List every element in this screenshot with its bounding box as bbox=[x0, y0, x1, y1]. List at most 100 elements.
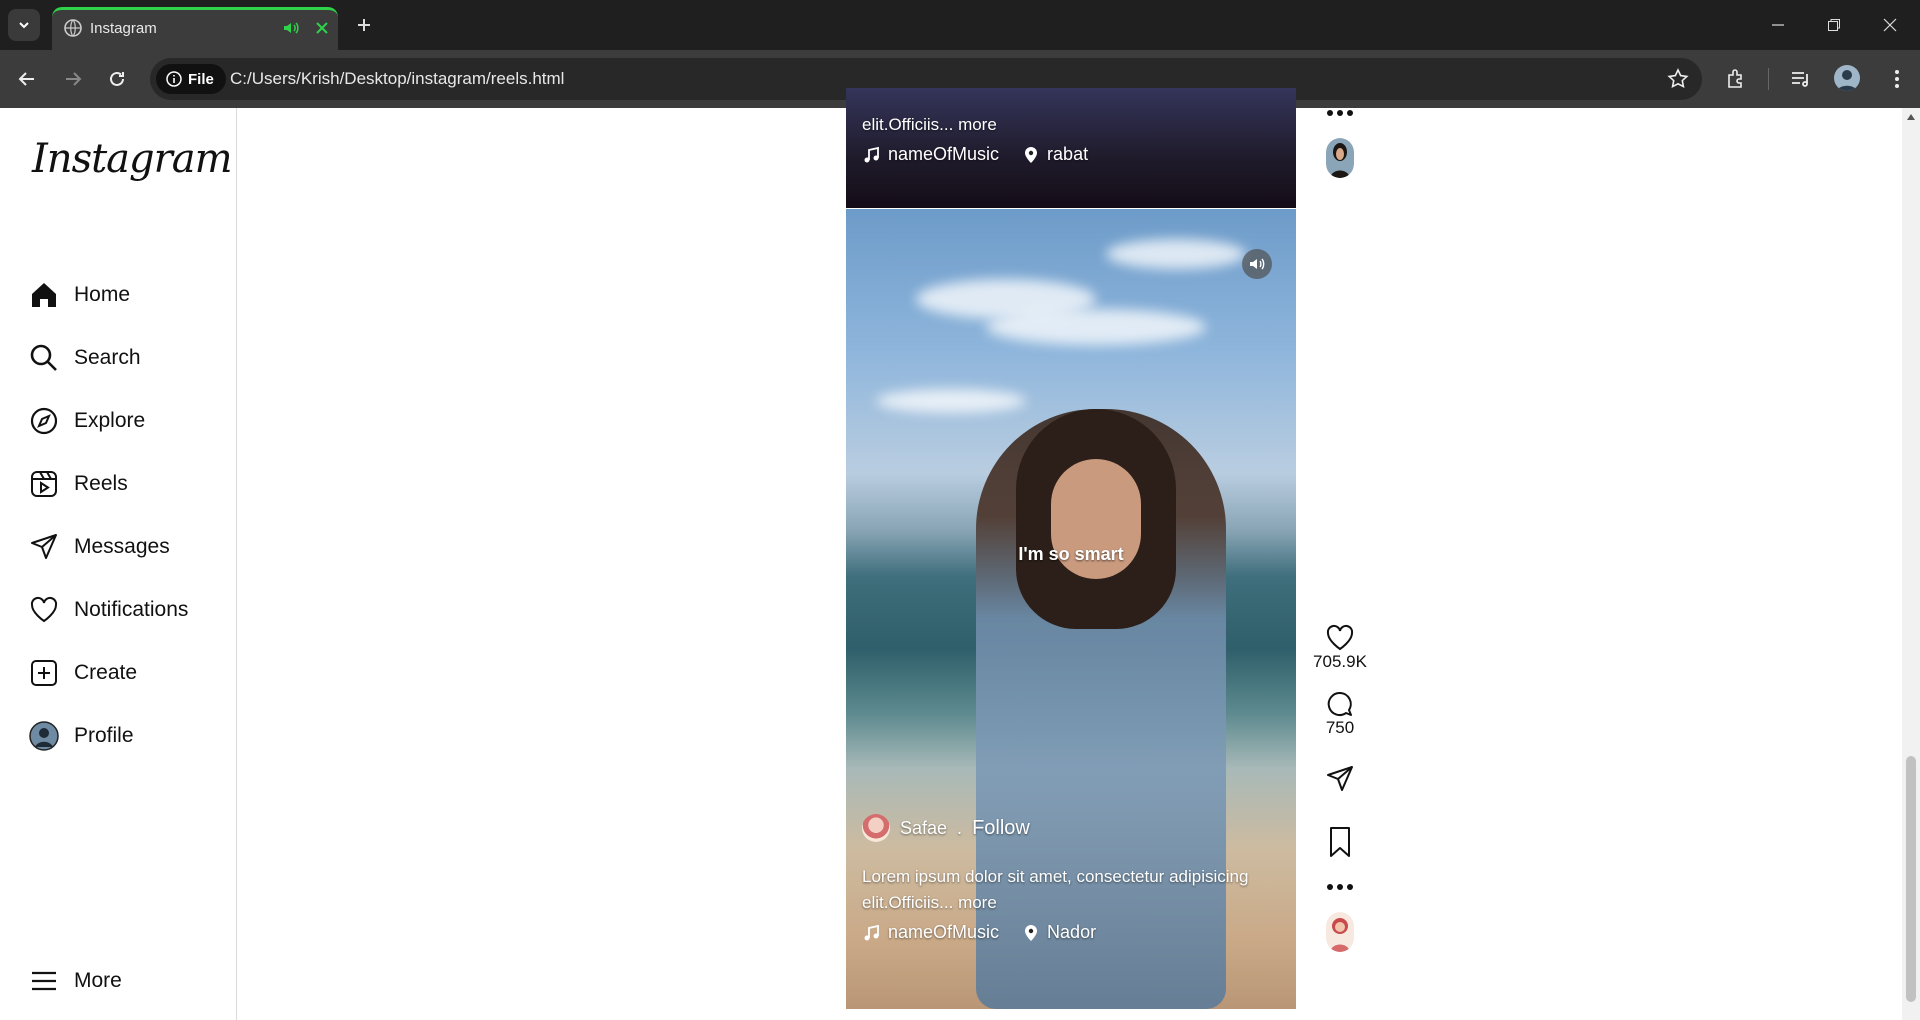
video-cloud bbox=[876, 389, 1026, 413]
back-button[interactable] bbox=[10, 62, 44, 96]
restore-button[interactable] bbox=[1806, 0, 1862, 50]
previous-reel[interactable]: elit.Officiis... more nameOfMusic rabat bbox=[846, 88, 1296, 208]
browser-tabbar: Instagram bbox=[0, 0, 1920, 50]
sidebar-item-label: More bbox=[74, 969, 122, 992]
music-item[interactable]: nameOfMusic bbox=[862, 922, 999, 943]
search-icon bbox=[28, 342, 60, 374]
browser-menu-button[interactable] bbox=[1884, 66, 1910, 92]
toolbar-separator bbox=[1768, 68, 1769, 90]
location-pin-icon bbox=[1025, 146, 1038, 163]
sidebar-item-reels[interactable]: Reels bbox=[28, 464, 128, 504]
reel-author-avatar[interactable] bbox=[1326, 138, 1354, 178]
sidebar-item-label: Search bbox=[74, 346, 141, 369]
scroll-up-arrow[interactable] bbox=[1907, 114, 1915, 120]
sidebar-item-home[interactable]: Home bbox=[28, 275, 130, 315]
video-overlay-text: I'm so smart bbox=[1018, 544, 1124, 564]
instagram-logo[interactable]: Instagram bbox=[32, 136, 233, 182]
sidebar-item-more[interactable]: More bbox=[28, 961, 122, 1001]
sidebar-item-search[interactable]: Search bbox=[28, 338, 141, 378]
previous-reel-info: elit.Officiis... more nameOfMusic rabat bbox=[862, 112, 1282, 165]
sidebar-item-explore[interactable]: Explore bbox=[28, 401, 145, 441]
compass-icon bbox=[28, 405, 60, 437]
reel-info: Safae . Follow Lorem ipsum dolor sit ame… bbox=[862, 814, 1282, 943]
sidebar-item-messages[interactable]: Messages bbox=[28, 527, 170, 567]
arrow-right-icon bbox=[66, 72, 82, 86]
more-options-button[interactable] bbox=[1327, 884, 1353, 890]
reel-video[interactable]: I'm so smart Safae . Follow Lorem ipsum … bbox=[846, 209, 1296, 1009]
plus-icon bbox=[358, 19, 370, 31]
reload-icon bbox=[110, 71, 124, 86]
close-icon bbox=[1883, 18, 1897, 32]
caption-more-link[interactable]: more bbox=[958, 115, 997, 134]
music-note-icon bbox=[864, 924, 879, 940]
puzzle-icon bbox=[1728, 69, 1742, 88]
close-window-button[interactable] bbox=[1862, 0, 1918, 50]
scrollbar-thumb[interactable] bbox=[1906, 756, 1916, 1002]
reload-button[interactable] bbox=[100, 62, 134, 96]
location-name: rabat bbox=[1047, 144, 1089, 164]
sidebar: Instagram Home Search Explore Reels Mess… bbox=[0, 108, 237, 1020]
reel-user-avatar[interactable] bbox=[862, 814, 890, 842]
like-button[interactable]: 705.9K bbox=[1313, 624, 1367, 672]
sidebar-item-profile[interactable]: Profile bbox=[28, 716, 134, 756]
music-note-icon bbox=[864, 146, 879, 162]
avatar bbox=[28, 720, 60, 752]
location-item[interactable]: Nador bbox=[1023, 922, 1096, 943]
url-text[interactable]: C:/Users/Krish/Desktop/instagram/reels.h… bbox=[230, 69, 564, 89]
new-tab-button[interactable] bbox=[348, 9, 380, 41]
minimize-icon bbox=[1772, 24, 1784, 26]
chevron-down-icon bbox=[19, 22, 29, 29]
sidebar-item-label: Reels bbox=[74, 472, 128, 495]
sidebar-item-label: Messages bbox=[74, 535, 170, 558]
sidebar-item-label: Home bbox=[74, 283, 131, 306]
arrow-left-icon bbox=[18, 72, 34, 86]
comment-icon bbox=[1327, 691, 1352, 716]
more-options-button[interactable] bbox=[1327, 110, 1353, 116]
location-item[interactable]: rabat bbox=[1023, 144, 1088, 165]
extensions-button[interactable] bbox=[1724, 66, 1750, 92]
media-queue-icon bbox=[1792, 72, 1808, 87]
bookmark-star-icon[interactable] bbox=[1666, 67, 1690, 91]
home-icon bbox=[28, 279, 60, 311]
mute-button[interactable] bbox=[1242, 249, 1272, 279]
send-icon bbox=[28, 531, 60, 563]
forward-button[interactable] bbox=[56, 62, 90, 96]
music-item[interactable]: nameOfMusic bbox=[862, 144, 999, 165]
page-scrollbar[interactable] bbox=[1902, 108, 1920, 1020]
reel-user-row: Safae . Follow bbox=[862, 814, 1282, 842]
tab-search-button[interactable] bbox=[8, 9, 40, 41]
reel-author-avatar[interactable] bbox=[1326, 912, 1354, 952]
save-button[interactable] bbox=[1328, 826, 1352, 858]
sidebar-item-create[interactable]: Create bbox=[28, 653, 137, 693]
sidebar-item-notifications[interactable]: Notifications bbox=[28, 590, 188, 630]
reel-username[interactable]: Safae bbox=[900, 818, 947, 839]
video-cloud bbox=[1106, 239, 1246, 269]
minimize-button[interactable] bbox=[1750, 0, 1806, 50]
music-name: nameOfMusic bbox=[888, 144, 1000, 164]
follow-button[interactable]: Follow bbox=[972, 817, 1030, 840]
more-dots-icon bbox=[1327, 884, 1353, 890]
site-info-chip[interactable]: File bbox=[156, 64, 226, 94]
instagram-page: Instagram Home Search Explore Reels Mess… bbox=[0, 88, 1920, 1020]
music-name: nameOfMusic bbox=[888, 922, 1000, 942]
sidebar-item-label: Explore bbox=[74, 409, 146, 432]
reel-meta: nameOfMusic Nador bbox=[862, 922, 1282, 943]
comment-count: 750 bbox=[1325, 718, 1355, 737]
audio-playing-icon[interactable] bbox=[281, 18, 301, 38]
more-dots-icon bbox=[1327, 110, 1353, 116]
sidebar-item-label: Profile bbox=[74, 724, 134, 747]
reels-icon bbox=[28, 468, 60, 500]
avatar-icon bbox=[1834, 65, 1860, 91]
share-button[interactable] bbox=[1325, 764, 1355, 794]
reel-caption: Lorem ipsum dolor sit amet, consectetur … bbox=[862, 864, 1282, 916]
chip-label: File bbox=[188, 70, 214, 88]
caption-more-link[interactable]: more bbox=[958, 893, 997, 912]
close-tab-icon[interactable] bbox=[312, 18, 332, 38]
sidebar-item-label: Create bbox=[74, 661, 138, 684]
comment-button[interactable]: 750 bbox=[1326, 690, 1354, 738]
info-icon bbox=[166, 71, 182, 87]
media-control-button[interactable] bbox=[1788, 66, 1814, 92]
browser-profile-avatar[interactable] bbox=[1834, 65, 1860, 91]
browser-tab[interactable]: Instagram bbox=[52, 7, 338, 50]
heart-icon bbox=[1326, 624, 1353, 651]
